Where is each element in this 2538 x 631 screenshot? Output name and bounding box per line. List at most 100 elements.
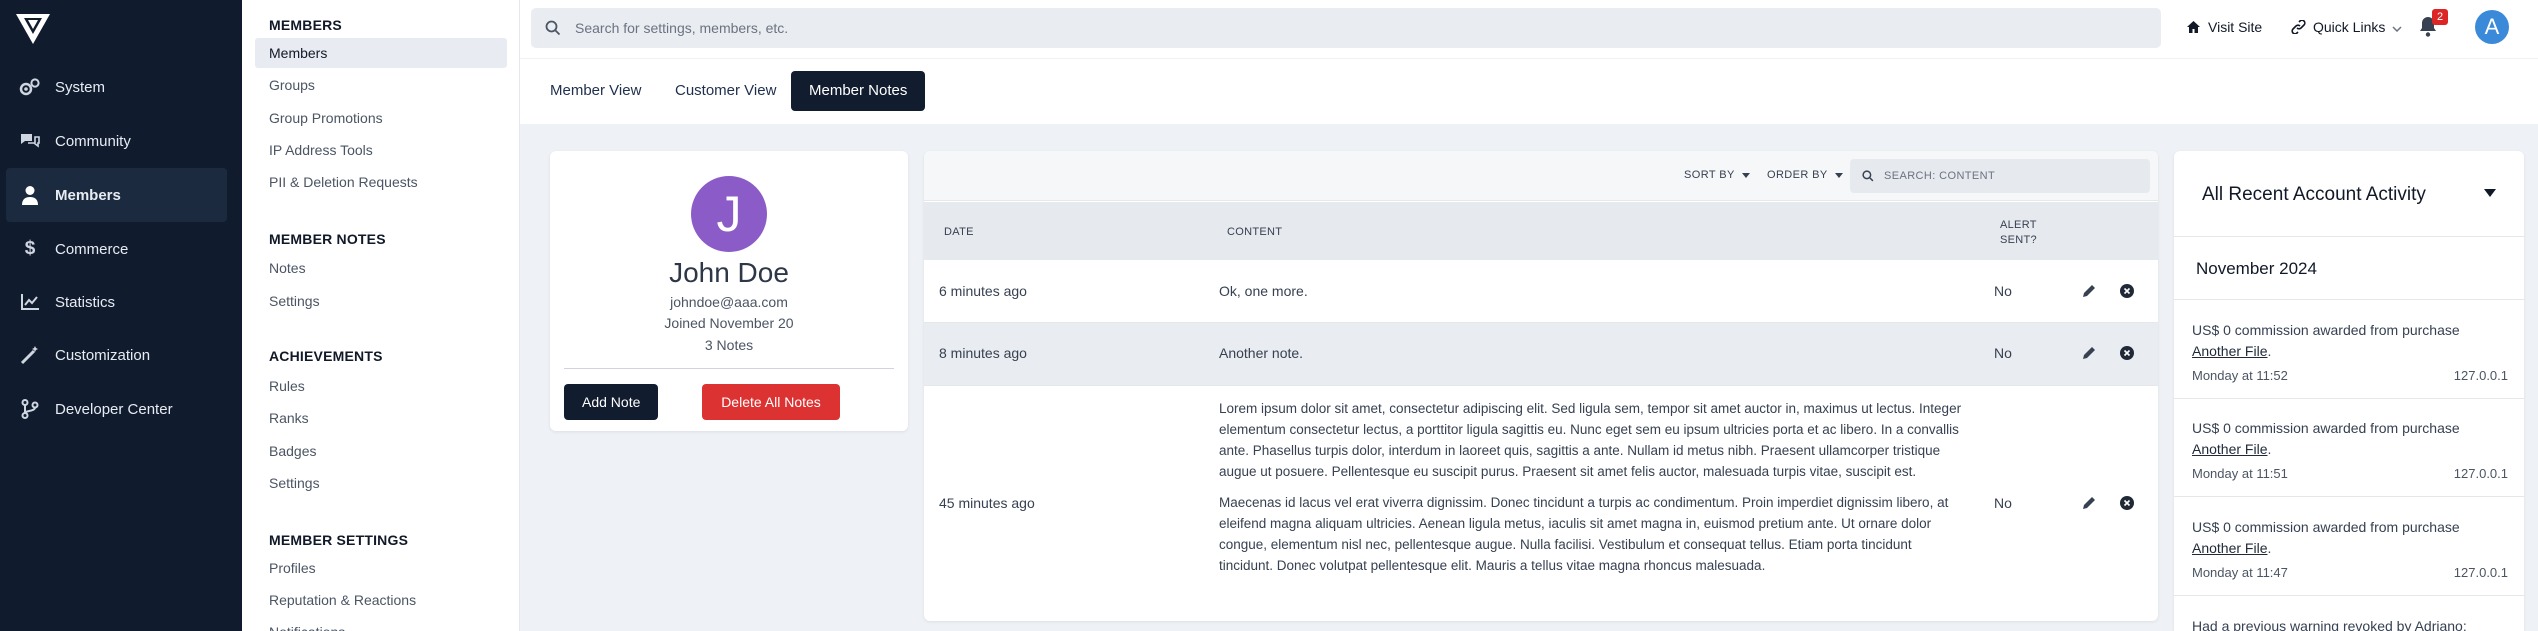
note-alert-sent: No: [1994, 283, 2012, 299]
notifications-button[interactable]: 2: [2418, 9, 2448, 42]
notes-search[interactable]: [1850, 159, 2150, 193]
caret-down-icon[interactable]: [2484, 189, 2496, 197]
sort-by-dropdown[interactable]: SORT BY: [1684, 169, 1750, 181]
gears-icon: [19, 76, 41, 98]
subnav-item-rules[interactable]: Rules: [255, 371, 507, 401]
col-date[interactable]: DATE: [944, 226, 974, 238]
note-alert-sent: No: [1994, 495, 2012, 511]
user-icon: [19, 184, 41, 206]
chat-icon: [19, 130, 41, 152]
add-note-button[interactable]: Add Note: [564, 384, 659, 420]
global-search[interactable]: [531, 8, 2161, 48]
note-date: 8 minutes ago: [939, 345, 1027, 361]
table-row: 45 minutes ago Lorem ipsum dolor sit ame…: [924, 386, 2158, 621]
activity-title: All Recent Account Activity: [2202, 184, 2426, 205]
subnav-item-achievement-settings[interactable]: Settings: [255, 468, 507, 498]
dollar-icon: $: [24, 238, 36, 259]
nav-item-label: System: [55, 78, 106, 96]
subnav-item-ranks[interactable]: Ranks: [255, 403, 507, 433]
caret-down-icon: [1741, 173, 1750, 178]
activity-ip: 127.0.0.1: [2453, 368, 2508, 383]
col-alert-sent[interactable]: ALERT SENT?: [2000, 218, 2040, 248]
link-icon: [2291, 20, 2306, 34]
visit-site-link[interactable]: Visit Site: [2186, 19, 2262, 35]
activity-entry: Had a previous warning revoked by Adrian…: [2192, 616, 2508, 631]
member-profile-card: J John Doe johndoe@aaa.com Joined Novemb…: [550, 151, 908, 431]
member-email: johndoe@aaa.com: [670, 294, 788, 310]
subnav-item-pii[interactable]: PII & Deletion Requests: [255, 167, 507, 197]
global-search-input[interactable]: [575, 20, 2135, 36]
member-joined: Joined November 20: [664, 315, 794, 331]
tab-member-notes[interactable]: Member Notes: [791, 71, 926, 111]
edit-icon[interactable]: [2081, 495, 2097, 511]
activity-link[interactable]: Another File: [2192, 540, 2267, 556]
note-content: Ok, one more.: [1219, 283, 1308, 299]
subnav-item-badges[interactable]: Badges: [255, 436, 507, 466]
subnav-item-profiles[interactable]: Profiles: [255, 553, 507, 583]
activity-text: Had a previous warning revoked by Adrian…: [2192, 618, 2467, 631]
notification-count-badge: 2: [2432, 9, 2448, 25]
subnav-heading: MEMBER NOTES: [269, 231, 386, 247]
subnav-item-notes-settings[interactable]: Settings: [255, 286, 507, 316]
activity-link[interactable]: Another File: [2192, 441, 2267, 457]
subnav-item-notes[interactable]: Notes: [255, 253, 507, 283]
activity-entry: US$ 0 commission awarded from purchase A…: [2192, 420, 2508, 481]
nav-item-label: Members: [55, 186, 121, 204]
nav-item-developer-center[interactable]: Developer Center: [6, 382, 227, 436]
branch-icon: [19, 398, 41, 420]
subnav-item-ip-tools[interactable]: IP Address Tools: [255, 135, 507, 165]
nav-item-commerce[interactable]: $ Commerce: [6, 222, 227, 276]
visit-site-label: Visit Site: [2208, 19, 2263, 35]
quick-links-label: Quick Links: [2313, 19, 2386, 35]
activity-link[interactable]: Another File: [2192, 343, 2267, 359]
delete-icon[interactable]: [2119, 283, 2135, 299]
caret-down-icon: [1834, 173, 1843, 178]
logo-icon[interactable]: [16, 14, 50, 44]
delete-all-notes-button[interactable]: Delete All Notes: [702, 384, 840, 420]
activity-ip: 127.0.0.1: [2453, 565, 2508, 580]
order-by-dropdown[interactable]: ORDER BY: [1767, 169, 1843, 181]
note-content: Lorem ipsum dolor sit amet, consectetur …: [1219, 401, 1962, 573]
nav-item-system[interactable]: System: [6, 60, 227, 114]
delete-icon[interactable]: [2119, 495, 2135, 511]
account-activity-panel: All Recent Account Activity November 202…: [2174, 151, 2524, 631]
tab-member-view[interactable]: Member View: [532, 71, 659, 111]
nav-item-community[interactable]: Community: [6, 114, 227, 168]
top-bar: Visit Site Quick Links 2 A: [520, 0, 2538, 58]
subnav-item-groups[interactable]: Groups: [255, 70, 507, 100]
member-name: John Doe: [669, 257, 789, 288]
subnav-item-members[interactable]: Members: [255, 38, 507, 68]
table-toolbar: SORT BY ORDER BY: [924, 151, 2158, 201]
subnav-item-group-promotions[interactable]: Group Promotions: [255, 103, 507, 133]
notes-search-input[interactable]: [1884, 170, 2144, 182]
activity-month: November 2024: [2196, 259, 2317, 278]
note-alert-sent: No: [1994, 345, 2012, 361]
delete-icon[interactable]: [2119, 345, 2135, 361]
table-row: 8 minutes ago Another note. No: [924, 323, 2158, 386]
main-nav: System Community Members $ Commerce Stat…: [0, 0, 242, 631]
col-content[interactable]: CONTENT: [1227, 226, 1282, 238]
nav-item-members[interactable]: Members: [6, 168, 227, 222]
user-avatar[interactable]: A: [2475, 10, 2509, 44]
note-date: 6 minutes ago: [939, 283, 1027, 299]
home-icon: [2186, 20, 2201, 34]
nav-item-customization[interactable]: Customization: [6, 328, 227, 382]
sub-nav: MEMBERS Members Groups Group Promotions …: [242, 0, 520, 631]
quick-links-dropdown[interactable]: Quick Links: [2291, 19, 2402, 35]
nav-item-label: Customization: [55, 346, 151, 364]
note-date: 45 minutes ago: [939, 495, 1035, 511]
divider: [2174, 299, 2524, 300]
subnav-item-notifications[interactable]: Notifications: [255, 617, 507, 631]
search-icon: [545, 19, 563, 37]
nav-item-statistics[interactable]: Statistics: [6, 275, 227, 329]
activity-time: Monday at 11:52: [2192, 368, 2288, 383]
nav-item-label: Statistics: [55, 293, 116, 311]
edit-icon[interactable]: [2081, 283, 2097, 299]
activity-time: Monday at 11:47: [2192, 565, 2288, 580]
activity-entry: US$ 0 commission awarded from purchase A…: [2192, 322, 2508, 383]
table-row: 6 minutes ago Ok, one more. No: [924, 260, 2158, 323]
edit-icon[interactable]: [2081, 345, 2097, 361]
tab-customer-view[interactable]: Customer View: [657, 71, 794, 111]
member-notes-count: 3 Notes: [704, 337, 754, 353]
subnav-item-reputation[interactable]: Reputation & Reactions: [255, 585, 507, 615]
